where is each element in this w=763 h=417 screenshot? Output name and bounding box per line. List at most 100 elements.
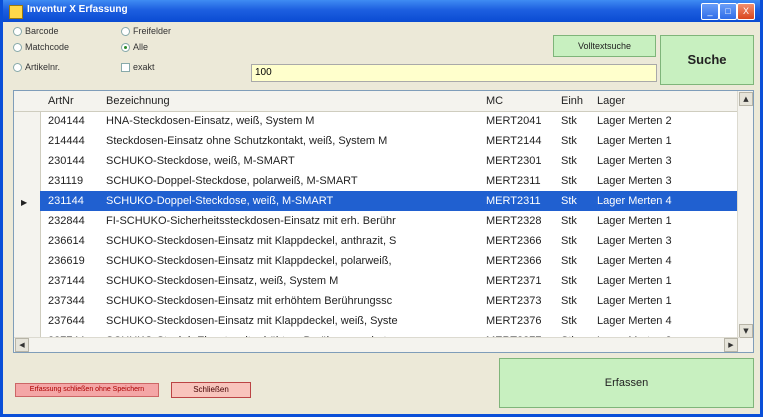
table-cell: Stk <box>561 275 577 287</box>
option-artikelnr[interactable]: Artikelnr. <box>13 62 61 73</box>
table-row[interactable]: 237144 SCHUKO-Steckdosen-Einsatz, weiß, S… <box>40 271 740 291</box>
table-cell: 237644 <box>48 315 85 327</box>
discard-close-button[interactable]: Erfassung schließen ohne Speichern <box>15 383 159 397</box>
table-cell: Lager Merten 3 <box>597 155 672 167</box>
table-cell: Stk <box>561 115 577 127</box>
table-cell: MERT2366 <box>486 255 542 267</box>
table-cell: Lager Merten 3 <box>597 175 672 187</box>
table-cell: MERT2311 <box>486 195 541 207</box>
window-title: Inventur X Erfassung <box>27 4 128 15</box>
grid-header: ArtNr Bezeichnung MC Einh Lager <box>14 91 740 112</box>
table-cell: 214444 <box>48 135 85 147</box>
table-cell: 237344 <box>48 295 85 307</box>
table-cell: MERT2301 <box>486 155 542 167</box>
radio-icon <box>13 27 22 37</box>
maximize-button[interactable]: □ <box>719 3 737 20</box>
option-freifelder[interactable]: Freifelder <box>121 26 171 37</box>
column-header-lager[interactable]: Lager <box>597 95 625 107</box>
radio-icon <box>13 63 22 73</box>
app-window: Inventur X Erfassung _ □ X Barcode Match… <box>0 0 763 417</box>
table-cell: SCHUKO-Steckdosen-Einsatz mit Klappdecke… <box>106 315 398 327</box>
table-cell: 236619 <box>48 255 85 267</box>
option-barcode[interactable]: Barcode <box>13 26 59 37</box>
table-row[interactable]: 236614 SCHUKO-Steckdosen-Einsatz mit Klap… <box>40 231 740 251</box>
current-row-arrow-icon: ▶ <box>21 198 28 207</box>
table-cell: 231144 <box>48 195 84 207</box>
table-cell: Lager Merten 2 <box>597 115 672 127</box>
table-cell: SCHUKO-Doppel-Steckdose, polarweiß, M-SM… <box>106 175 358 187</box>
table-cell: MERT2373 <box>486 295 542 307</box>
option-label: Barcode <box>25 26 59 36</box>
table-cell: Lager Merten 1 <box>597 275 672 287</box>
scroll-down-icon[interactable]: ▼ <box>739 324 753 338</box>
table-row[interactable]: 231119 SCHUKO-Doppel-Steckdose, polarweiß… <box>40 171 740 191</box>
table-row[interactable]: 231144 SCHUKO-Doppel-Steckdose, weiß, M-S… <box>40 191 740 211</box>
search-input[interactable]: 100 <box>251 64 657 82</box>
title-bar: Inventur X Erfassung _ □ X <box>3 0 760 22</box>
suche-button[interactable]: Suche <box>660 35 754 85</box>
table-row[interactable]: 232844 FI-SCHUKO-Sicherheitssteckdosen-Ei… <box>40 211 740 231</box>
table-cell: HNA-Steckdosen-Einsatz, weiß, System M <box>106 115 315 127</box>
checkbox-exakt[interactable]: exakt <box>121 62 155 73</box>
vertical-scrollbar[interactable]: ▲ ▼ <box>737 91 753 352</box>
table-cell: Lager Merten 1 <box>597 295 672 307</box>
option-alle[interactable]: Alle <box>121 42 149 53</box>
volltextsuche-button[interactable]: Volltextsuche <box>553 35 656 57</box>
table-cell: 231119 <box>48 175 84 187</box>
checkbox-icon <box>121 63 130 73</box>
table-cell: Lager Merten 4 <box>597 315 672 327</box>
option-label: exakt <box>133 62 155 72</box>
close-window-button[interactable]: X <box>737 3 755 20</box>
table-row[interactable]: 204144 HNA-Steckdosen-Einsatz, weiß, Syst… <box>40 111 740 131</box>
scroll-right-icon[interactable]: ▶ <box>724 338 738 352</box>
table-cell: Stk <box>561 195 577 207</box>
table-cell: MERT2311 <box>486 175 541 187</box>
table-cell: SCHUKO-Doppel-Steckdose, weiß, M-SMART <box>106 195 334 207</box>
table-cell: Stk <box>561 175 577 187</box>
table-cell: FI-SCHUKO-Sicherheitssteckdosen-Einsatz … <box>106 215 396 227</box>
table-cell: SCHUKO-Steckdosen-Einsatz mit Klappdecke… <box>106 255 392 267</box>
table-cell: 237144 <box>48 275 85 287</box>
table-row[interactable]: 237644 SCHUKO-Steckdosen-Einsatz mit Klap… <box>40 311 740 331</box>
article-grid[interactable]: ArtNr Bezeichnung MC Einh Lager 204144 HN… <box>13 90 754 353</box>
table-cell: Lager Merten 1 <box>597 135 672 147</box>
table-cell: Stk <box>561 295 577 307</box>
column-header-bezeichnung[interactable]: Bezeichnung <box>106 95 170 107</box>
table-cell: SCHUKO-Steckdosen-Einsatz, weiß, System … <box>106 275 339 287</box>
column-header-mc[interactable]: MC <box>486 95 503 107</box>
table-cell: MERT2328 <box>486 215 542 227</box>
minimize-button[interactable]: _ <box>701 3 719 20</box>
table-cell: MERT2371 <box>486 275 542 287</box>
table-cell: Stk <box>561 255 577 267</box>
table-cell: 232844 <box>48 215 85 227</box>
table-cell: Stk <box>561 235 577 247</box>
column-header-artnr[interactable]: ArtNr <box>48 95 74 107</box>
schliessen-button[interactable]: Schließen <box>171 382 251 398</box>
table-cell: MERT2366 <box>486 235 542 247</box>
table-row[interactable]: 237344 SCHUKO-Steckdosen-Einsatz mit erhö… <box>40 291 740 311</box>
table-cell: Stk <box>561 155 577 167</box>
table-row[interactable]: 214444 Steckdosen-Einsatz ohne Schutzkont… <box>40 131 740 151</box>
table-cell: Steckdosen-Einsatz ohne Schutzkontakt, w… <box>106 135 388 147</box>
column-header-einh[interactable]: Einh <box>561 95 583 107</box>
table-cell: Lager Merten 4 <box>597 255 672 267</box>
option-label: Artikelnr. <box>25 62 61 72</box>
table-cell: Stk <box>561 215 577 227</box>
row-selector-column[interactable] <box>14 91 41 352</box>
option-matchcode[interactable]: Matchcode <box>13 42 69 53</box>
table-cell: MERT2376 <box>486 315 542 327</box>
scroll-up-icon[interactable]: ▲ <box>739 92 753 106</box>
table-cell: Stk <box>561 135 577 147</box>
table-row[interactable]: 230144 SCHUKO-Steckdose, weiß, M-SMART MER… <box>40 151 740 171</box>
table-cell: 236614 <box>48 235 85 247</box>
scroll-left-icon[interactable]: ◀ <box>15 338 29 352</box>
radio-selected-icon <box>121 43 130 53</box>
radio-icon <box>13 43 22 53</box>
option-label: Alle <box>133 42 149 52</box>
table-cell: SCHUKO-Steckdosen-Einsatz mit erhöhtem B… <box>106 295 393 307</box>
table-cell: Lager Merten 3 <box>597 235 672 247</box>
table-row[interactable]: 236619 SCHUKO-Steckdosen-Einsatz mit Klap… <box>40 251 740 271</box>
horizontal-scrollbar[interactable]: ◀ ▶ <box>14 337 740 352</box>
radio-icon <box>121 27 130 37</box>
erfassen-button[interactable]: Erfassen <box>499 358 754 408</box>
